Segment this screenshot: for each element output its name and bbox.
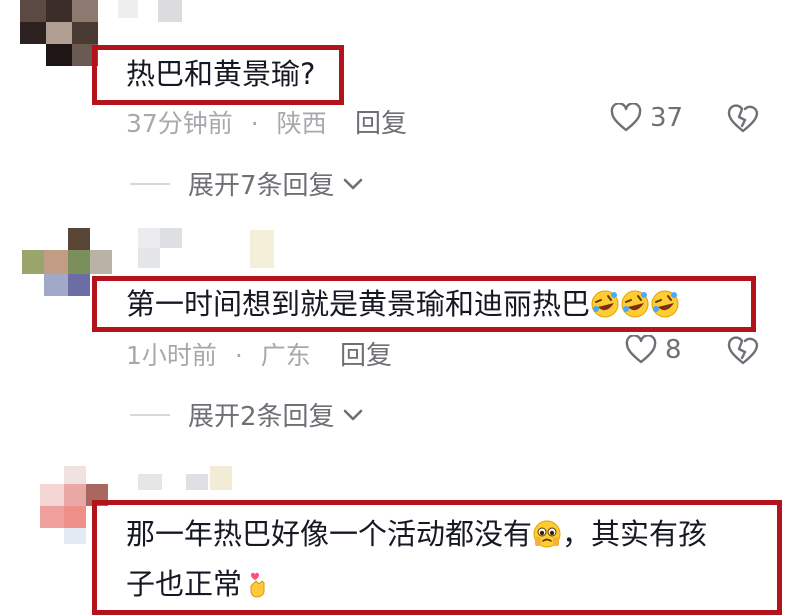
comment-location: 广东 (260, 341, 311, 370)
expand-replies-button[interactable]: 展开2条回复 (130, 396, 365, 433)
rolling-on-floor-laughing-icon (651, 290, 679, 318)
username-pixelated[interactable] (118, 0, 188, 24)
comment-2: 第一时间想到就是黄景瑜和迪丽热巴 1小时前 · 广东 回复 8 展开2条回复 (0, 228, 800, 438)
comment-text-body: 第一时间想到就是黄景瑜和迪丽热巴 (126, 287, 591, 321)
like-button[interactable]: 8 (625, 335, 682, 365)
chevron-down-icon (343, 409, 362, 420)
username-pixelated[interactable] (138, 466, 248, 490)
reply-button[interactable]: 回复 (355, 103, 407, 140)
divider-dash (130, 182, 170, 185)
chevron-down-icon (343, 178, 362, 189)
comment-text-tail: ，其实有孩 (562, 517, 708, 551)
heart-icon (625, 335, 657, 364)
meta-separator: · (234, 341, 243, 370)
heart-hands-icon (250, 572, 265, 598)
rolling-on-floor-laughing-icon (591, 290, 619, 318)
meta-separator: · (250, 109, 259, 138)
comment-time: 1小时前 (126, 341, 217, 370)
like-count: 37 (650, 103, 684, 133)
comment-time: 37分钟前 (126, 109, 233, 138)
expand-replies-button[interactable]: 展开7条回复 (130, 165, 365, 202)
comment-text: 第一时间想到就是黄景瑜和迪丽热巴 (126, 282, 680, 326)
reply-button[interactable]: 回复 (340, 335, 392, 372)
comment-3: 那一年热巴好像一个活动都没有 ，其实有孩 子也正常 (0, 466, 800, 615)
comment-text-body: 那一年热巴好像一个活动都没有 (126, 517, 533, 551)
pleading-face-icon (533, 520, 561, 548)
dislike-button[interactable] (726, 336, 760, 370)
comment-text-line-2: 子也正常 (126, 562, 272, 606)
username-pixelated[interactable] (138, 228, 278, 272)
like-count: 8 (665, 335, 682, 365)
expand-replies-label: 展开2条回复 (188, 402, 335, 432)
like-button[interactable]: 37 (610, 103, 683, 133)
comment-text-line-1: 那一年热巴好像一个活动都没有 ，其实有孩 (126, 512, 707, 556)
comment-text-body: 子也正常 (126, 567, 243, 601)
expand-replies-label: 展开7条回复 (188, 171, 335, 201)
comment-meta: 37分钟前 · 陕西 (126, 104, 327, 140)
broken-heart-icon (727, 104, 759, 133)
rolling-on-floor-laughing-icon (621, 290, 649, 318)
comment-location: 陕西 (276, 109, 327, 138)
comment-1: 热巴和黄景瑜? 37分钟前 · 陕西 回复 37 展开7条回复 (0, 0, 800, 215)
divider-dash (130, 413, 170, 416)
comment-meta: 1小时前 · 广东 (126, 336, 311, 372)
avatar-pixelated[interactable] (20, 0, 100, 70)
heart-icon (610, 103, 642, 132)
broken-heart-icon (727, 336, 759, 365)
dislike-button[interactable] (726, 104, 760, 138)
comment-text: 热巴和黄景瑜? (126, 57, 316, 91)
